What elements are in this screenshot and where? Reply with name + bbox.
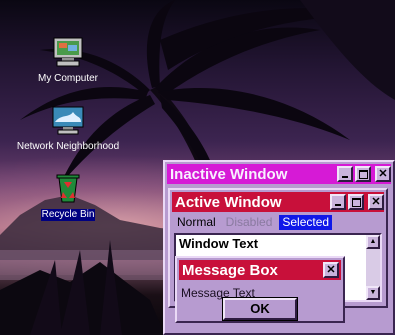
minimize-icon	[342, 176, 348, 178]
vertical-scrollbar[interactable]: ▲ ▼	[366, 235, 380, 300]
recycle-bin-icon	[56, 174, 80, 203]
arrow-down-icon: ▼	[369, 289, 377, 296]
minimize-icon	[335, 204, 341, 206]
message-box[interactable]: Message Box ✕ Message Text OK	[175, 256, 345, 323]
network-icon	[52, 106, 84, 135]
maximize-button[interactable]	[355, 166, 371, 182]
window-text: Window Text	[179, 236, 259, 251]
computer-icon	[53, 37, 83, 67]
menu-item-normal[interactable]: Normal	[174, 215, 219, 230]
close-icon: ✕	[378, 167, 388, 180]
maximize-button[interactable]	[348, 194, 364, 210]
desktop-icon-my-computer[interactable]: My Computer	[30, 36, 106, 86]
desktop-icon-label: Network Neighborhood	[16, 141, 120, 152]
minimize-button[interactable]	[337, 166, 353, 182]
maximize-icon	[351, 197, 361, 207]
desktop-icon-recycle-bin[interactable]: Recycle Bin	[30, 172, 106, 222]
menu-bar: Normal Disabled Selected	[174, 215, 336, 230]
menu-item-selected[interactable]: Selected	[279, 215, 333, 230]
inactive-window-title: Inactive Window	[170, 165, 288, 183]
close-button[interactable]: ✕	[323, 262, 339, 278]
active-window-titlebar[interactable]: Active Window ✕	[172, 192, 384, 212]
close-icon: ✕	[326, 263, 336, 276]
scroll-down-button[interactable]: ▼	[366, 286, 380, 300]
close-icon: ✕	[371, 195, 381, 208]
maximize-icon	[358, 169, 368, 179]
message-box-title: Message Box	[182, 261, 278, 279]
close-button[interactable]: ✕	[375, 166, 391, 182]
desktop-icon-label: My Computer	[37, 73, 98, 84]
desktop-icon-label: Recycle Bin	[40, 209, 96, 221]
desktop-icon-network-neighborhood[interactable]: Network Neighborhood	[8, 104, 128, 154]
arrow-up-icon: ▲	[369, 238, 377, 245]
scroll-up-button[interactable]: ▲	[366, 235, 380, 249]
menu-item-disabled: Disabled	[225, 215, 273, 229]
minimize-button[interactable]	[330, 194, 346, 210]
message-box-titlebar[interactable]: Message Box ✕	[179, 260, 341, 280]
inactive-window-titlebar[interactable]: Inactive Window ✕	[167, 164, 391, 184]
ok-button[interactable]: OK	[222, 297, 298, 321]
close-button[interactable]: ✕	[368, 194, 384, 210]
active-window-title: Active Window	[175, 193, 282, 211]
